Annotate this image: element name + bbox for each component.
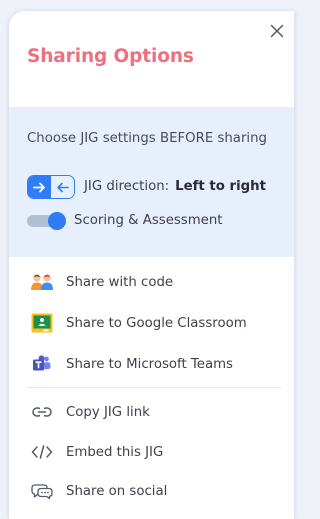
jig-direction-label: JIG direction: — [84, 179, 170, 194]
dialog-title: Sharing Options — [27, 46, 194, 67]
close-button[interactable] — [268, 22, 286, 40]
left-to-right-option[interactable] — [28, 176, 51, 198]
share-on-social-label: Share on social — [66, 483, 168, 499]
embed-jig-item[interactable]: Embed this JIG — [29, 437, 279, 467]
embed-jig-label: Embed this JIG — [66, 444, 164, 460]
scoring-toggle[interactable] — [27, 212, 67, 230]
microsoft-teams-icon — [29, 353, 55, 375]
share-to-google-classroom-label: Share to Google Classroom — [66, 315, 247, 331]
share-to-microsoft-teams-item[interactable]: Share to Microsoft Teams — [29, 349, 279, 379]
copy-jig-link-item[interactable]: Copy JIG link — [29, 397, 279, 427]
jig-direction-row: JIG direction: Left to right — [84, 179, 266, 194]
scoring-label: Scoring & Assessment — [74, 213, 223, 228]
share-to-microsoft-teams-label: Share to Microsoft Teams — [66, 356, 233, 372]
share-with-code-item[interactable]: Share with code — [29, 267, 279, 297]
chat-bubbles-icon — [29, 480, 55, 502]
right-to-left-option[interactable] — [51, 176, 74, 198]
copy-jig-link-label: Copy JIG link — [66, 404, 150, 420]
people-icon — [29, 271, 55, 293]
toggle-knob — [48, 212, 66, 230]
settings-heading: Choose JIG settings BEFORE sharing — [27, 131, 267, 146]
right-arrow-icon — [33, 182, 45, 192]
code-icon — [29, 441, 55, 463]
link-icon — [29, 401, 55, 423]
share-on-social-item[interactable]: Share on social — [29, 476, 279, 506]
share-with-code-label: Share with code — [66, 274, 174, 290]
jig-settings-section: Choose JIG settings BEFORE sharing JIG d… — [9, 107, 294, 257]
close-icon — [270, 24, 284, 38]
section-divider — [27, 387, 281, 388]
jig-direction-value: Left to right — [175, 179, 266, 194]
left-arrow-icon — [57, 182, 69, 192]
sharing-options-dialog: Sharing Options Choose JIG settings BEFO… — [9, 11, 294, 519]
share-to-google-classroom-item[interactable]: Share to Google Classroom — [29, 308, 279, 338]
jig-direction-toggle — [27, 175, 75, 199]
google-classroom-icon — [29, 312, 55, 334]
